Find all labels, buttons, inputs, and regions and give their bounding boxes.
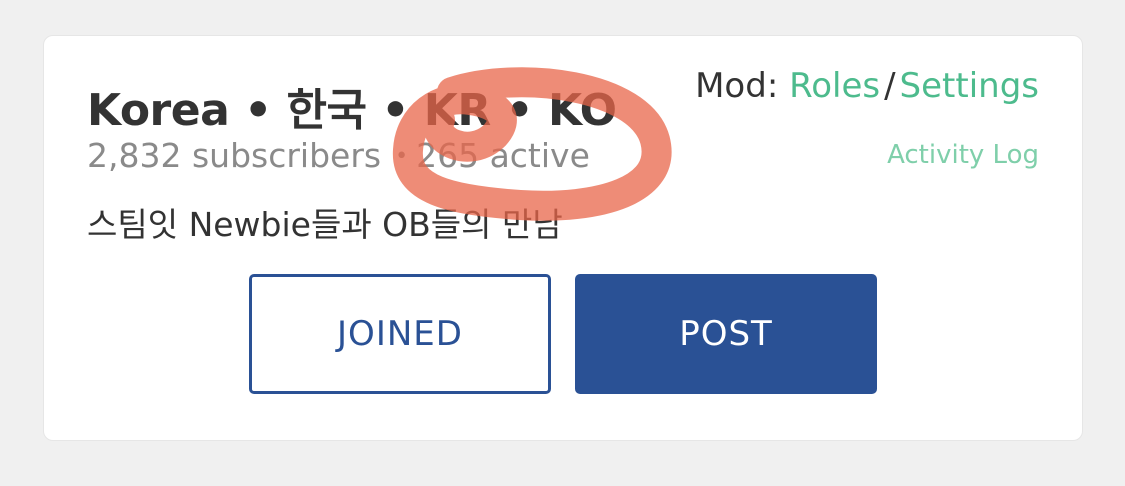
community-card: Korea • 한국 • KR • KO 2,832 subscribers • 2… — [43, 35, 1083, 441]
mod-links: Mod: Roles / Settings — [695, 66, 1039, 106]
stats-separator: • — [395, 144, 409, 169]
community-title: Korea • 한국 • KR • KO — [87, 85, 617, 136]
post-button[interactable]: POST — [575, 274, 877, 394]
settings-link[interactable]: Settings — [900, 66, 1039, 106]
mod-label: Mod: — [695, 66, 779, 106]
active-count: 265 active — [416, 136, 590, 175]
joined-button[interactable]: JOINED — [249, 274, 551, 394]
activity-log-link[interactable]: Activity Log — [887, 140, 1039, 170]
roles-link[interactable]: Roles — [789, 66, 880, 106]
subscriber-count: 2,832 subscribers — [87, 136, 382, 175]
mod-divider: / — [884, 66, 896, 106]
community-stats: 2,832 subscribers • 265 active — [87, 136, 590, 175]
community-description: 스팀잇 Newbie들과 OB들의 만남 — [87, 205, 563, 244]
